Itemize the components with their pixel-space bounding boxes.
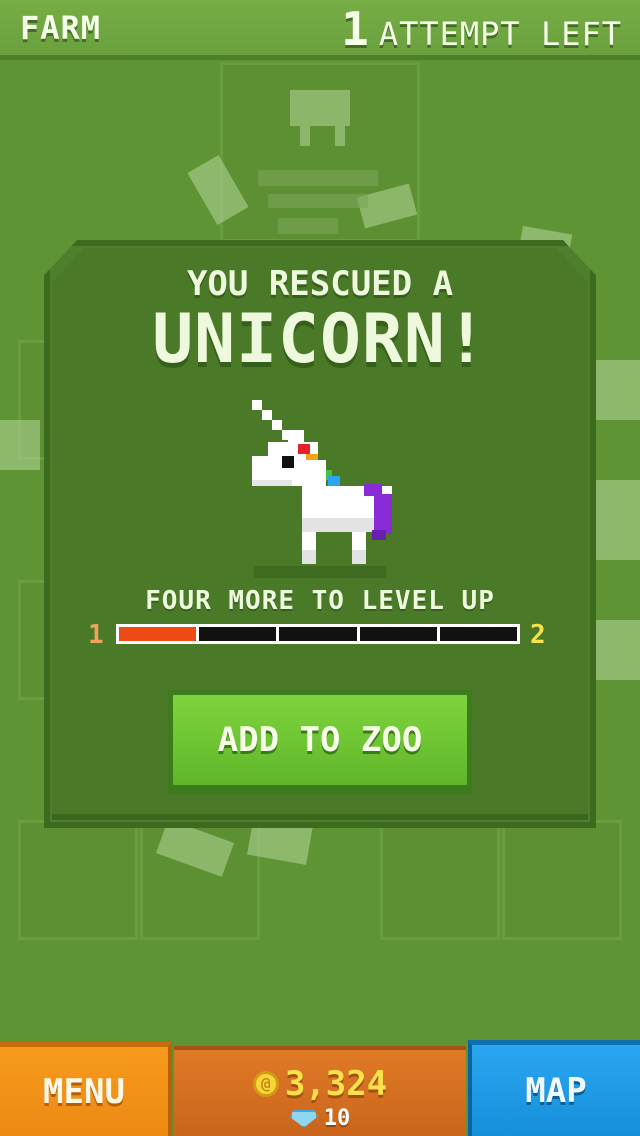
top-bar: FARM 1 ATTEMPT LEFT bbox=[0, 0, 640, 60]
add-to-zoo-button[interactable]: ADD TO ZOO bbox=[168, 690, 472, 794]
currency-panel: @ 3,324 10 bbox=[174, 1046, 466, 1136]
progress-segment bbox=[439, 627, 518, 641]
coin-balance: @ 3,324 bbox=[174, 1064, 466, 1104]
progress-segment bbox=[199, 627, 277, 641]
level-progress-bar bbox=[116, 624, 520, 644]
attempts-indicator: 1 ATTEMPT LEFT bbox=[341, 4, 622, 54]
location-title: FARM bbox=[20, 9, 102, 47]
unicorn-sprite-icon bbox=[252, 400, 392, 564]
ghost-unicorn-icon bbox=[0, 420, 40, 470]
ghost-unicorn-icon bbox=[596, 620, 640, 680]
level-to: 2 bbox=[530, 620, 546, 650]
progress-segment bbox=[359, 627, 437, 641]
coin-amount: 3,324 bbox=[284, 1064, 388, 1104]
progress-segment bbox=[119, 627, 197, 641]
dialog-subtitle: YOU RESCUED A bbox=[186, 264, 454, 304]
ghost-unicorn-icon bbox=[596, 480, 640, 560]
map-button[interactable]: MAP bbox=[468, 1040, 640, 1136]
coin-icon: @ bbox=[252, 1071, 279, 1097]
attempts-label: ATTEMPT LEFT bbox=[378, 15, 622, 53]
ghost-unicorn-icon bbox=[596, 360, 640, 420]
dialog-title: UNICORN! bbox=[152, 300, 488, 379]
bottom-bar: MENU @ 3,324 10 MAP bbox=[0, 1040, 640, 1136]
gem-amount: 10 bbox=[323, 1106, 351, 1131]
attempts-count: 1 bbox=[341, 2, 369, 56]
ghost-unicorn-icon bbox=[187, 155, 249, 225]
progress-segment bbox=[279, 627, 357, 641]
ghost-unicorn-icon bbox=[290, 90, 350, 126]
gem-balance: 10 bbox=[174, 1106, 466, 1131]
gem-icon bbox=[289, 1109, 318, 1128]
levelup-text: FOUR MORE TO LEVEL UP bbox=[145, 586, 495, 616]
level-from: 1 bbox=[88, 620, 104, 650]
menu-button[interactable]: MENU bbox=[0, 1042, 172, 1136]
